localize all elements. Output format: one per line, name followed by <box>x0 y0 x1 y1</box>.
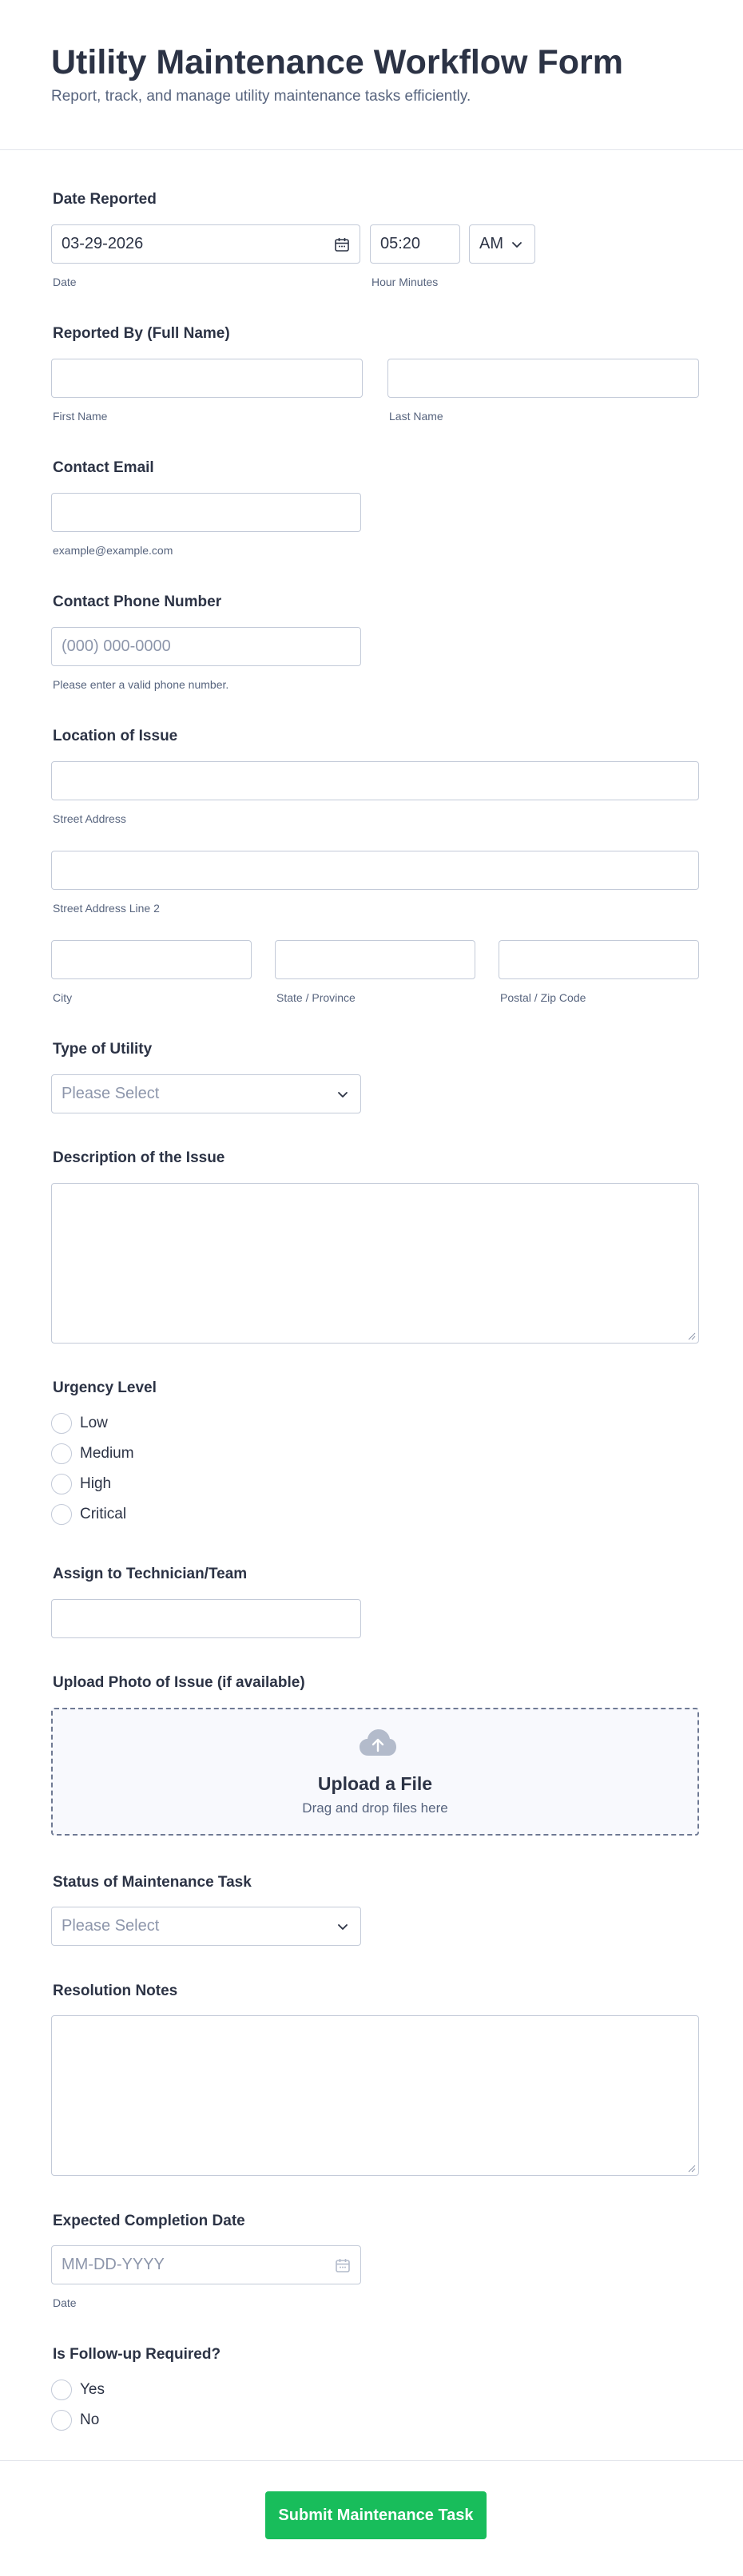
city-sublabel: City <box>53 991 73 1004</box>
followup-option-yes[interactable]: Yes <box>51 2379 105 2401</box>
upload-cloud-icon <box>360 1729 396 1756</box>
street-address-sublabel: Street Address <box>53 812 126 825</box>
upload-label: Upload Photo of Issue (if available) <box>53 1674 305 1691</box>
resolution-notes-label: Resolution Notes <box>53 1983 178 1999</box>
phone-placeholder: (000) 000-0000 <box>62 637 171 655</box>
followup-option-label: Yes <box>80 2381 105 2398</box>
assign-input[interactable] <box>51 1599 361 1638</box>
phone-sublabel: Please enter a valid phone number. <box>53 678 229 691</box>
radio-button[interactable] <box>51 1474 72 1494</box>
followup-option-label: No <box>80 2411 100 2428</box>
chevron-down-icon <box>338 1924 348 1930</box>
resize-grip-icon[interactable] <box>686 1331 696 1340</box>
status-placeholder: Please Select <box>62 1917 160 1935</box>
utility-type-label: Type of Utility <box>53 1041 153 1058</box>
zip-input[interactable] <box>499 940 699 979</box>
contact-phone-label: Contact Phone Number <box>53 593 222 610</box>
resolution-notes-textarea[interactable] <box>51 2015 699 2176</box>
form-subtitle: Report, track, and manage utility mainte… <box>51 88 471 105</box>
submit-button[interactable]: Submit Maintenance Task <box>265 2491 487 2539</box>
urgency-label: Urgency Level <box>53 1379 157 1396</box>
footer-divider <box>0 2460 743 2461</box>
urgency-option-critical[interactable]: Critical <box>51 1503 126 1526</box>
last-name-sublabel: Last Name <box>389 410 443 423</box>
date-sublabel: Date <box>53 276 77 288</box>
first-name-input[interactable] <box>51 359 363 398</box>
calendar-icon[interactable] <box>335 2257 351 2273</box>
city-input[interactable] <box>51 940 252 979</box>
file-upload-dropzone[interactable]: Upload a File Drag and drop files here <box>51 1708 699 1836</box>
urgency-option-label: Low <box>80 1415 108 1431</box>
upload-title: Upload a File <box>317 1773 433 1794</box>
email-sublabel: example@example.com <box>53 544 173 557</box>
zip-sublabel: Postal / Zip Code <box>500 991 586 1004</box>
upload-subtitle: Drag and drop files here <box>302 1800 448 1816</box>
phone-field[interactable]: (000) 000-0000 <box>51 627 361 666</box>
radio-button[interactable] <box>51 1443 72 1464</box>
description-textarea[interactable] <box>51 1183 699 1344</box>
first-name-sublabel: First Name <box>53 410 108 423</box>
state-sublabel: State / Province <box>276 991 356 1004</box>
street-address-input[interactable] <box>51 761 699 800</box>
urgency-option-label: Medium <box>80 1445 134 1462</box>
location-label: Location of Issue <box>53 728 178 744</box>
status-label: Status of Maintenance Task <box>53 1874 252 1891</box>
expected-date-input[interactable]: MM-DD-YYYY <box>51 2245 361 2284</box>
status-select[interactable]: Please Select <box>51 1907 361 1946</box>
calendar-icon[interactable] <box>334 236 350 252</box>
form-header: Utility Maintenance Workflow Form Report… <box>0 0 743 150</box>
street-address-line2-sublabel: Street Address Line 2 <box>53 902 160 915</box>
time-sublabel: Hour Minutes <box>372 276 439 288</box>
resize-grip-icon[interactable] <box>686 2163 696 2173</box>
date-reported-input[interactable]: 03-29-2026 <box>51 224 360 264</box>
state-input[interactable] <box>275 940 475 979</box>
radio-button[interactable] <box>51 1413 72 1434</box>
radio-button[interactable] <box>51 2380 72 2400</box>
last-name-input[interactable] <box>387 359 699 398</box>
urgency-option-high[interactable]: High <box>51 1473 111 1495</box>
street-address-line2-input[interactable] <box>51 851 699 890</box>
expected-date-placeholder: MM-DD-YYYY <box>62 2256 165 2273</box>
radio-button[interactable] <box>51 1504 72 1525</box>
urgency-option-low[interactable]: Low <box>51 1412 108 1435</box>
chevron-down-icon <box>512 242 522 248</box>
time-value: 05:20 <box>380 235 421 252</box>
reported-by-label: Reported By (Full Name) <box>53 325 230 342</box>
date-reported-value: 03-29-2026 <box>62 235 144 252</box>
time-input[interactable]: 05:20 <box>370 224 460 264</box>
followup-option-no[interactable]: No <box>51 2409 99 2431</box>
form-title: Utility Maintenance Workflow Form <box>51 43 623 81</box>
date-reported-label: Date Reported <box>53 191 157 208</box>
utility-type-select[interactable]: Please Select <box>51 1074 361 1113</box>
chevron-down-icon <box>338 1092 348 1097</box>
expected-date-label: Expected Completion Date <box>53 2213 245 2229</box>
assign-label: Assign to Technician/Team <box>53 1566 248 1582</box>
ampm-select[interactable]: AM <box>469 224 535 264</box>
email-field[interactable] <box>51 493 361 532</box>
radio-button[interactable] <box>51 2410 72 2431</box>
contact-email-label: Contact Email <box>53 459 154 476</box>
utility-type-placeholder: Please Select <box>62 1085 160 1102</box>
urgency-option-label: Critical <box>80 1506 127 1522</box>
urgency-option-medium[interactable]: Medium <box>51 1443 134 1465</box>
description-label: Description of the Issue <box>53 1149 225 1166</box>
urgency-option-label: High <box>80 1475 112 1492</box>
ampm-value: AM <box>479 235 503 252</box>
expected-date-sublabel: Date <box>53 2296 77 2309</box>
followup-label: Is Follow-up Required? <box>53 2346 221 2363</box>
